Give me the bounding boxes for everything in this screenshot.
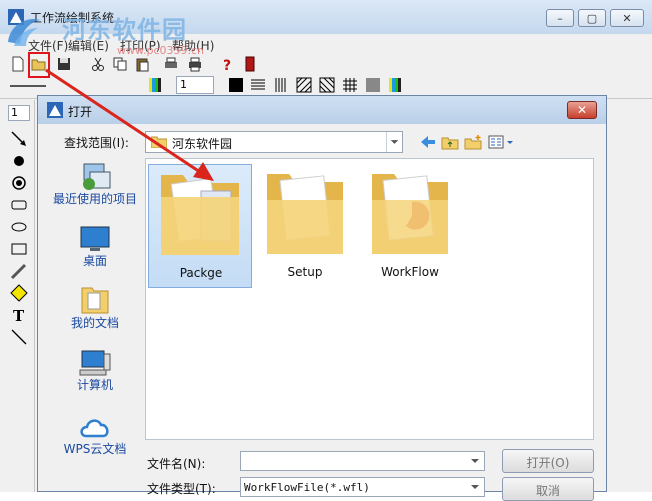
fill-diagcross-icon[interactable] (365, 77, 381, 93)
fill-cross-icon[interactable] (342, 77, 358, 93)
chevron-down-icon[interactable] (386, 132, 402, 152)
minimize-icon: – (557, 11, 563, 25)
folder-icon (267, 174, 343, 254)
fill-color-icon[interactable] (388, 77, 404, 93)
print-icon[interactable] (187, 56, 203, 72)
up-folder-icon[interactable] (441, 134, 459, 150)
svg-text:T: T (13, 307, 25, 324)
file-name: Packge (179, 266, 223, 280)
cut-icon[interactable] (90, 56, 106, 72)
line-arrow-icon[interactable] (10, 262, 28, 280)
line-style-icon[interactable] (8, 80, 48, 92)
watermark-text: 河东软件园 (62, 16, 187, 44)
open-button[interactable]: 打开(O) (502, 449, 594, 473)
watermark-logo-icon (8, 18, 40, 46)
computer-icon (79, 350, 111, 376)
file-name-label: 文件名(N): (147, 457, 206, 471)
fill-vertical-icon[interactable] (273, 77, 289, 93)
text-tool-icon[interactable]: T (10, 306, 28, 324)
file-name-input[interactable] (240, 451, 485, 471)
connector-arrow-icon[interactable] (10, 130, 28, 148)
new-folder-icon[interactable] (464, 134, 482, 150)
help-icon[interactable]: ? (219, 56, 235, 72)
cancel-button-label: 取消 (535, 484, 560, 498)
recent-items-icon (83, 163, 111, 190)
file-type-label: 文件类型(T): (147, 482, 216, 496)
fill-horizontal-icon[interactable] (250, 77, 266, 93)
place-documents-label: 我的文档 (70, 316, 119, 330)
fill-solid-icon[interactable] (228, 77, 244, 93)
new-file-icon[interactable] (10, 56, 26, 72)
file-item-setup[interactable]: Setup (253, 164, 357, 288)
color-palette-icon[interactable] (148, 77, 164, 93)
file-item-packge[interactable]: Packge (148, 164, 252, 288)
place-desktop-label: 桌面 (82, 254, 107, 268)
folder-icon (151, 136, 167, 148)
save-icon[interactable] (56, 56, 72, 72)
close-icon: ✕ (576, 103, 588, 117)
view-menu-icon[interactable] (488, 134, 516, 150)
back-arrow-icon[interactable] (419, 134, 437, 150)
place-recent[interactable]: 最近使用的项目 (50, 160, 140, 216)
folder-icon (372, 174, 448, 254)
size-spinner[interactable]: 1 (8, 105, 30, 121)
place-computer-label: 计算机 (76, 378, 113, 392)
file-item-workflow[interactable]: WorkFlow (358, 164, 462, 288)
close-icon: ✕ (622, 11, 632, 25)
rectangle-icon[interactable] (10, 240, 28, 258)
file-type-value: WorkFlowFile(*.wfl) (244, 481, 370, 494)
rounded-rect-icon[interactable] (10, 196, 28, 214)
close-button[interactable]: ✕ (610, 9, 644, 27)
exit-icon[interactable] (242, 56, 258, 72)
place-desktop[interactable]: 桌面 (50, 224, 140, 268)
svg-text:?: ? (223, 58, 231, 72)
copy-icon[interactable] (112, 56, 128, 72)
place-documents[interactable]: 我的文档 (50, 284, 140, 332)
line-width-spinner[interactable]: 1 (176, 76, 214, 94)
paste-icon[interactable] (134, 56, 150, 72)
file-name: Setup (287, 265, 323, 279)
size-value: 1 (11, 106, 18, 119)
fill-backdiagonal-icon[interactable] (319, 77, 335, 93)
look-in-label: 查找范围(I): (64, 136, 129, 150)
circle-filled-icon[interactable] (10, 152, 28, 170)
place-wps-cloud-label: WPS云文档 (63, 442, 127, 456)
dialog-titlebar (38, 96, 606, 124)
maximize-button[interactable]: ▢ (578, 9, 606, 27)
place-recent-label: 最近使用的项目 (52, 192, 137, 206)
dialog-app-icon (47, 102, 63, 118)
chevron-down-icon[interactable] (466, 478, 484, 496)
dialog-title: 打开 (68, 105, 93, 119)
desktop-icon (80, 226, 110, 251)
place-computer[interactable]: 计算机 (50, 348, 140, 396)
documents-icon (81, 287, 109, 314)
print-preview-icon[interactable] (163, 56, 179, 72)
circle-target-icon[interactable] (10, 174, 28, 192)
file-name: WorkFlow (381, 265, 439, 279)
line-width-value: 1 (180, 78, 187, 91)
place-wps-cloud[interactable]: WPS云文档 (50, 412, 140, 460)
open-button-highlight (28, 52, 50, 78)
cancel-button[interactable]: 取消 (502, 477, 594, 501)
open-button-label: 打开(O) (526, 456, 570, 470)
cloud-icon (80, 419, 109, 438)
watermark-url: www.pc0359.cn (117, 44, 205, 57)
diamond-icon[interactable] (10, 284, 28, 302)
fill-diagonal-icon[interactable] (296, 77, 312, 93)
minimize-button[interactable]: – (546, 9, 574, 27)
ellipse-icon[interactable] (10, 218, 28, 236)
folder-icon (161, 175, 239, 255)
chevron-down-icon[interactable] (466, 452, 484, 470)
line-tool-icon[interactable] (10, 328, 28, 346)
maximize-icon: ▢ (586, 11, 598, 25)
dialog-close-button[interactable]: ✕ (567, 101, 597, 119)
look-in-value: 河东软件园 (172, 137, 233, 151)
